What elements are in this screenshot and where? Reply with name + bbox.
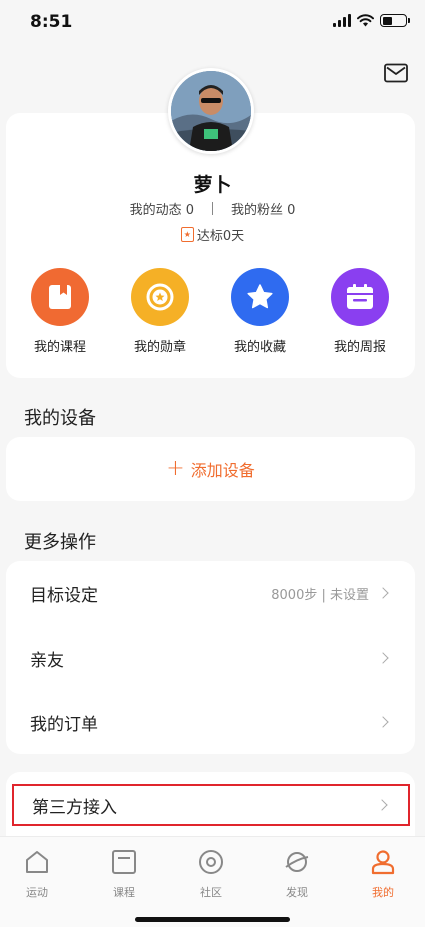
profile-stats: 我的动态 0 我的粉丝 0	[0, 199, 425, 218]
goal-setting-row[interactable]: 目标设定 8000步 | 未设置	[6, 563, 415, 623]
fans-count[interactable]: 我的粉丝 0	[231, 199, 295, 218]
tab-label: 运动	[26, 886, 48, 899]
community-icon	[199, 850, 223, 874]
planet-icon	[285, 852, 309, 872]
messages-button[interactable]	[384, 63, 408, 83]
quick-action-label: 我的周报	[333, 340, 386, 355]
user-icon	[371, 850, 395, 875]
course-icon	[112, 850, 136, 874]
friends-row[interactable]: 亲友	[6, 628, 415, 688]
more-operations-list: 目标设定 8000步 | 未设置 亲友 我的订单	[6, 561, 415, 754]
devices-section-title: 我的设备	[24, 408, 96, 429]
quick-action-label: 我的课程	[33, 340, 86, 355]
goal-streak: ★ 达标0天	[0, 225, 425, 244]
streak-label: 达标0天	[196, 229, 245, 244]
row-label: 亲友	[30, 650, 64, 671]
username: 萝卜	[193, 174, 232, 196]
tab-courses[interactable]: 课程	[94, 849, 154, 900]
add-device-label: 添加设备	[190, 461, 255, 480]
tab-label: 社区	[200, 886, 222, 899]
chevron-right-icon	[377, 716, 389, 728]
tab-sport[interactable]: 运动	[7, 849, 67, 900]
row-label: 目标设定	[30, 585, 98, 606]
divider	[212, 202, 213, 215]
status-bar: 8:51	[0, 0, 425, 46]
tab-bar: 运动 课程 社区 发现 我的	[0, 836, 425, 927]
status-icons	[333, 14, 410, 27]
avatar[interactable]	[168, 68, 254, 154]
status-time: 8:51	[30, 12, 73, 32]
wifi-icon	[357, 14, 374, 27]
quick-action-favorites[interactable]: 我的收藏	[220, 268, 300, 355]
plus-icon: +	[166, 456, 185, 481]
medal-icon	[131, 268, 189, 326]
battery-icon	[380, 14, 410, 27]
quick-action-label: 我的收藏	[233, 340, 286, 355]
tab-community[interactable]: 社区	[181, 849, 241, 900]
posts-count[interactable]: 我的动态 0	[130, 199, 194, 218]
goal-badge-icon: ★	[180, 227, 194, 242]
row-label: 第三方接入	[32, 797, 117, 818]
add-device-button[interactable]: + 添加设备	[6, 437, 415, 501]
home-indicator[interactable]	[135, 917, 290, 922]
course-book-icon	[31, 268, 89, 326]
tab-label: 发现	[286, 886, 308, 899]
tab-me[interactable]: 我的	[353, 849, 413, 900]
calendar-icon	[331, 268, 389, 326]
home-icon	[26, 851, 48, 873]
quick-action-weekly-report[interactable]: 我的周报	[320, 268, 400, 355]
star-icon	[231, 268, 289, 326]
orders-row[interactable]: 我的订单	[6, 692, 415, 752]
chevron-right-icon	[377, 587, 389, 599]
cellular-signal-icon	[333, 14, 351, 27]
mail-icon	[384, 63, 408, 83]
tab-discover[interactable]: 发现	[267, 849, 327, 900]
more-section-title: 更多操作	[24, 532, 96, 553]
third-party-card: 第三方接入	[6, 772, 415, 836]
tab-label: 课程	[113, 886, 135, 899]
third-party-row[interactable]: 第三方接入	[12, 784, 410, 826]
quick-action-label: 我的勋章	[133, 340, 186, 355]
goal-status: 8000步 | 未设置	[271, 587, 369, 603]
chevron-right-icon	[376, 799, 388, 811]
quick-action-courses[interactable]: 我的课程	[20, 268, 100, 355]
quick-action-medals[interactable]: 我的勋章	[120, 268, 200, 355]
tab-label: 我的	[372, 886, 394, 899]
chevron-right-icon	[377, 652, 389, 664]
row-label: 我的订单	[30, 714, 98, 735]
